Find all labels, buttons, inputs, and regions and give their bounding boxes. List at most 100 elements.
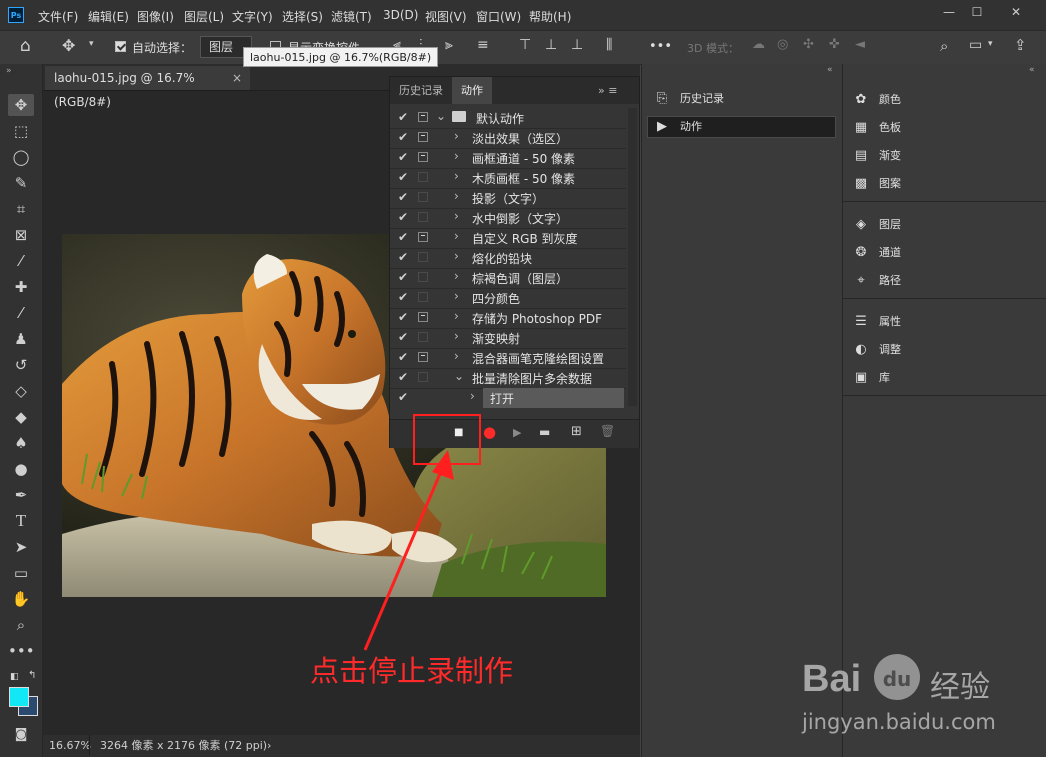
menu-type[interactable]: 文字(Y) — [232, 8, 273, 25]
toggle-check-icon[interactable]: ✔ — [398, 190, 408, 204]
dialog-toggle-icon[interactable] — [418, 352, 428, 362]
share-icon[interactable]: ⇪ — [1014, 36, 1027, 54]
action-row[interactable]: ✔ › 木质画框 - 50 像素 — [390, 168, 626, 189]
delete-button[interactable]: 🗑 — [600, 424, 615, 438]
clone-stamp-tool[interactable]: ♟ — [8, 328, 34, 350]
dock-properties-item[interactable]: ☰ 属性 — [851, 310, 901, 334]
collapse-dock-icon[interactable]: « — [1029, 65, 1035, 75]
toggle-check-icon[interactable]: ✔ — [398, 290, 408, 304]
default-colors-icon[interactable]: ◧ — [10, 672, 19, 682]
menu-file[interactable]: 文件(F) — [38, 8, 78, 25]
toggle-check-icon[interactable]: ✔ — [398, 250, 408, 264]
toggle-check-icon[interactable]: ✔ — [398, 370, 408, 384]
distribute-h-icon[interactable]: ⫼ — [606, 37, 612, 53]
swap-colors-icon[interactable]: ↰ — [28, 670, 36, 681]
search-icon[interactable]: ⌕ — [940, 37, 948, 55]
toggle-check-icon[interactable]: ✔ — [398, 170, 408, 184]
dialog-toggle-icon[interactable] — [418, 272, 428, 282]
dialog-toggle-icon[interactable] — [418, 112, 428, 122]
collapse-dock-icon[interactable]: « — [827, 65, 833, 75]
action-row[interactable]: ✔ › 水中倒影（文字） — [390, 208, 626, 229]
action-row[interactable]: ✔ › 淡出效果（选区） — [390, 128, 626, 149]
dialog-toggle-icon[interactable] — [418, 292, 428, 302]
align-middle-icon[interactable]: ⊥ — [545, 37, 557, 53]
dock-gradients-item[interactable]: ▤ 渐变 — [851, 144, 901, 168]
panel-scrollbar[interactable] — [628, 108, 637, 406]
paint-bucket-tool[interactable]: ◆ — [8, 406, 34, 428]
dock-channels-item[interactable]: ❂ 通道 — [851, 241, 901, 265]
expand-arrow-icon[interactable]: ⌄ — [454, 369, 464, 383]
dock-actions-item[interactable]: ▶ 动作 — [652, 115, 702, 139]
dialog-toggle-icon[interactable] — [418, 132, 428, 142]
dialog-toggle-icon[interactable] — [418, 312, 428, 322]
tab-history[interactable]: 历史记录 — [390, 77, 452, 104]
zoom-tool[interactable]: ⌕ — [8, 614, 34, 636]
expand-arrow-icon[interactable]: › — [454, 169, 459, 183]
toggle-check-icon[interactable]: ✔ — [398, 230, 408, 244]
dialog-toggle-icon[interactable] — [418, 152, 428, 162]
menu-layer[interactable]: 图层(L) — [184, 8, 224, 25]
action-row[interactable]: ✔ › 熔化的铅块 — [390, 248, 626, 269]
dialog-toggle-icon[interactable] — [418, 172, 428, 182]
expand-arrow-icon[interactable]: › — [454, 329, 459, 343]
toggle-check-icon[interactable]: ✔ — [398, 270, 408, 284]
expand-arrow-icon[interactable]: › — [454, 249, 459, 263]
action-row[interactable]: ✔ › 渐变映射 — [390, 328, 626, 349]
action-row[interactable]: ✔ › 棕褐色调（图层） — [390, 268, 626, 289]
move-tool-icon[interactable]: ✥ — [62, 36, 75, 55]
new-set-button[interactable]: ▬ — [539, 425, 550, 439]
dock-libraries-item[interactable]: ▣ 库 — [851, 366, 890, 390]
move-tool[interactable]: ✥ — [8, 94, 34, 116]
dialog-toggle-icon[interactable] — [418, 332, 428, 342]
new-action-button[interactable]: ⊞ — [571, 424, 582, 439]
menu-view[interactable]: 视图(V) — [425, 8, 467, 25]
path-select-tool[interactable]: ➤ — [8, 536, 34, 558]
dialog-toggle-icon[interactable] — [418, 232, 428, 242]
action-row[interactable]: ✔ ⌄ 批量清除图片多余数据 — [390, 368, 626, 389]
dodge-tool[interactable]: ● — [8, 458, 34, 480]
history-brush-tool[interactable]: ↺ — [8, 354, 34, 376]
dialog-toggle-icon[interactable] — [418, 192, 428, 202]
toggle-check-icon[interactable]: ✔ — [398, 310, 408, 324]
foreground-color-swatch[interactable] — [9, 687, 29, 707]
menu-window[interactable]: 窗口(W) — [476, 8, 521, 25]
toggle-check-icon[interactable]: ✔ — [398, 390, 408, 404]
frame-tool[interactable]: ⊠ — [8, 224, 34, 246]
status-menu-arrow[interactable]: › — [267, 736, 271, 756]
expand-arrow-icon[interactable]: › — [454, 269, 459, 283]
workspace-chevron-icon[interactable]: ▾ — [988, 39, 993, 49]
toggle-check-icon[interactable]: ✔ — [398, 110, 408, 124]
pen-tool[interactable]: ✒ — [8, 484, 34, 506]
menu-help[interactable]: 帮助(H) — [529, 8, 571, 25]
maximize-button[interactable]: ☐ — [966, 3, 988, 21]
align-top-icon[interactable]: ⊤ — [519, 37, 531, 53]
action-row[interactable]: ✔ › 四分颜色 — [390, 288, 626, 309]
expand-arrow-icon[interactable]: › — [454, 189, 459, 203]
record-button[interactable]: ● — [483, 423, 496, 441]
action-row[interactable]: ✔ › 存储为 Photoshop PDF — [390, 308, 626, 329]
chevron-down-icon[interactable]: ▾ — [89, 39, 94, 49]
expand-arrow-icon[interactable]: › — [454, 289, 459, 303]
menu-image[interactable]: 图像(I) — [137, 8, 174, 25]
toggle-check-icon[interactable]: ✔ — [398, 150, 408, 164]
type-tool[interactable]: T — [8, 510, 34, 532]
expand-arrow-icon[interactable]: › — [454, 349, 459, 363]
toggle-check-icon[interactable]: ✔ — [398, 130, 408, 144]
action-row[interactable]: ✔ › 画框通道 - 50 像素 — [390, 148, 626, 169]
document-tab[interactable]: laohu-015.jpg @ 16.7%(RGB/8#) × — [45, 66, 250, 109]
brush-tool[interactable]: ⁄ — [8, 302, 34, 324]
action-row[interactable]: ✔ › 投影（文字） — [390, 188, 626, 209]
expand-arrow-icon[interactable]: › — [454, 229, 459, 243]
auto-select-checkbox[interactable] — [115, 41, 126, 52]
toggle-check-icon[interactable]: ✔ — [398, 330, 408, 344]
panel-menu-icon[interactable]: » ≡ — [598, 84, 617, 97]
home-icon[interactable]: ⌂ — [20, 36, 31, 56]
align-bottom-icon[interactable]: ⊥ — [571, 37, 583, 53]
minimize-button[interactable]: — — [938, 3, 960, 21]
more-options-icon[interactable]: ••• — [649, 39, 672, 54]
action-set-row[interactable]: ✔ ⌄ 默认动作 — [390, 108, 626, 129]
menu-edit[interactable]: 编辑(E) — [88, 8, 129, 25]
expand-arrow-icon[interactable]: › — [470, 389, 475, 403]
dock-patterns-item[interactable]: ▩ 图案 — [851, 172, 901, 196]
play-button[interactable]: ▶ — [513, 426, 521, 439]
